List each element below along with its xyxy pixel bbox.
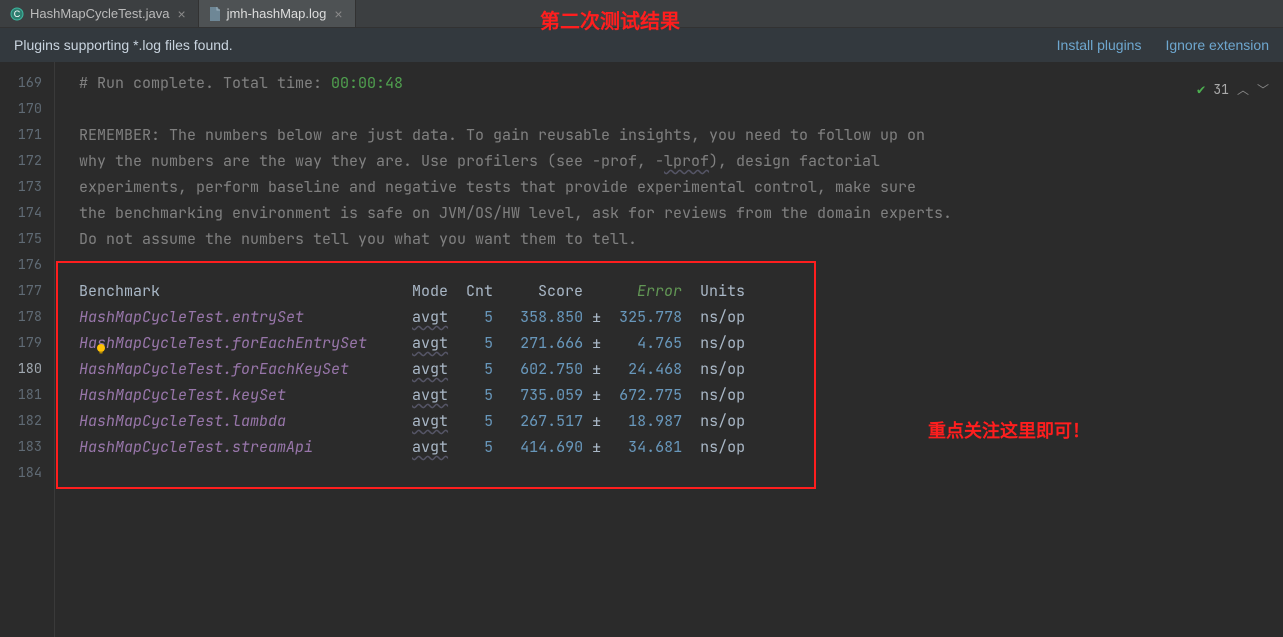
banner-message: Plugins supporting *.log files found. xyxy=(14,37,233,53)
notification-banner: Plugins supporting *.log files found. In… xyxy=(0,28,1283,62)
code-content[interactable]: # Run complete. Total time: 00:00:48REME… xyxy=(55,62,1283,637)
ignore-extension-link[interactable]: Ignore extension xyxy=(1165,37,1269,53)
close-icon[interactable]: × xyxy=(332,6,344,22)
tab-label: jmh-hashMap.log xyxy=(227,6,327,21)
tab-jmh-log[interactable]: jmh-hashMap.log × xyxy=(199,0,356,27)
svg-text:C: C xyxy=(14,9,21,19)
tab-label: HashMapCycleTest.java xyxy=(30,6,169,21)
file-icon xyxy=(209,7,221,21)
java-class-icon: C xyxy=(10,7,24,21)
line-gutter: 1691701711721731741751761771781791801811… xyxy=(0,62,55,637)
editor-tabs: C HashMapCycleTest.java × jmh-hashMap.lo… xyxy=(0,0,1283,28)
editor-area[interactable]: ✔ 31 ︿ ﹀ 1691701711721731741751761771781… xyxy=(0,62,1283,637)
tab-hashmapcycletest[interactable]: C HashMapCycleTest.java × xyxy=(0,0,199,27)
close-icon[interactable]: × xyxy=(175,6,187,22)
install-plugins-link[interactable]: Install plugins xyxy=(1057,37,1142,53)
